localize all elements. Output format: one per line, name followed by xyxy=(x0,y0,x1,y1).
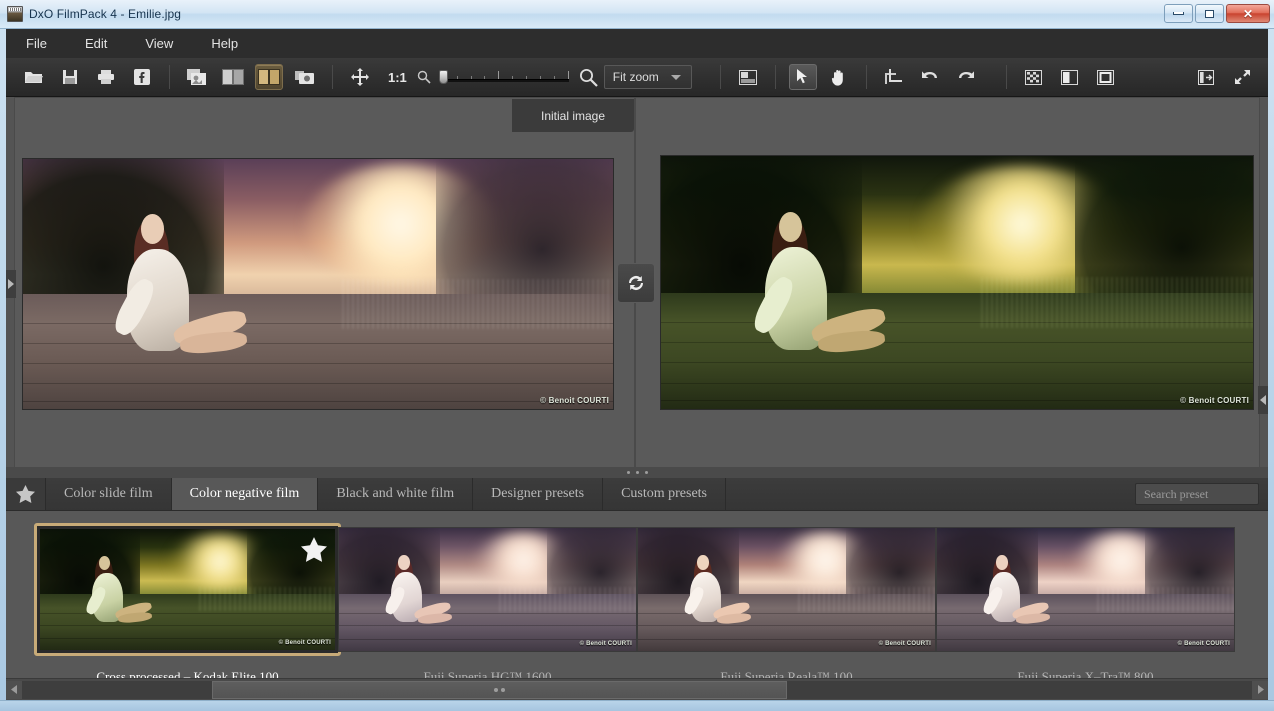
compare-split-icon[interactable] xyxy=(255,64,283,90)
zoom-ratio-label[interactable]: 1:1 xyxy=(388,70,407,85)
zoom-slider[interactable] xyxy=(438,70,569,84)
window-title: DxO FilmPack 4 - Emilie.jpg xyxy=(29,7,182,21)
expand-left-panel-handle[interactable] xyxy=(6,270,16,298)
scroll-right-arrow[interactable] xyxy=(1252,680,1268,699)
preset-browser: Color slide film Color negative film Bla… xyxy=(6,478,1268,684)
toggle-right-panel-icon[interactable] xyxy=(1192,64,1220,90)
menu-help[interactable]: Help xyxy=(207,33,242,54)
application-window: DxO FilmPack 4 - Emilie.jpg ✕ File Edit … xyxy=(0,0,1274,711)
toolbar-separator xyxy=(169,65,170,89)
save-icon[interactable] xyxy=(56,64,84,90)
menu-edit[interactable]: Edit xyxy=(81,33,111,54)
undo-icon[interactable] xyxy=(916,64,944,90)
tab-custom-presets[interactable]: Custom presets xyxy=(603,478,727,510)
zoom-out-icon[interactable] xyxy=(417,70,431,84)
main-toolbar: 1:1 Fit zoom xyxy=(6,58,1268,97)
tab-color-slide-film[interactable]: Color slide film xyxy=(46,478,172,510)
window-controls: ✕ xyxy=(1164,4,1270,23)
move-icon[interactable] xyxy=(346,64,374,90)
zoom-slider-handle[interactable] xyxy=(438,70,448,84)
crop-icon[interactable] xyxy=(880,64,908,90)
tab-black-and-white-film[interactable]: Black and white film xyxy=(318,478,474,510)
watermark-thumbnail: © Benoit COURTI xyxy=(579,641,632,647)
app-icon xyxy=(7,6,23,22)
scrollbar-track[interactable] xyxy=(22,680,1252,699)
toolbar-separator xyxy=(332,65,333,89)
title-bar: DxO FilmPack 4 - Emilie.jpg ✕ xyxy=(0,0,1274,29)
checkerboard-icon[interactable] xyxy=(1020,64,1048,90)
zoom-slider-track xyxy=(438,79,569,82)
facebook-icon[interactable] xyxy=(128,64,156,90)
initial-image-label: Initial image xyxy=(512,99,634,132)
horizontal-scrollbar[interactable] xyxy=(6,678,1268,700)
single-image-icon[interactable] xyxy=(183,64,211,90)
original-image[interactable]: © Benoit COURTI xyxy=(22,158,614,410)
fullscreen-icon[interactable] xyxy=(1228,64,1256,90)
fit-zoom-dropdown[interactable]: Fit zoom xyxy=(603,65,692,89)
toolbar-separator xyxy=(865,65,867,89)
watermark-processed: © Benoit COURTI xyxy=(1180,396,1249,405)
frame-icon[interactable] xyxy=(1092,64,1120,90)
chevron-down-icon xyxy=(670,74,681,80)
status-bar xyxy=(0,700,1274,711)
open-folder-icon[interactable] xyxy=(20,64,48,90)
maximize-button[interactable] xyxy=(1195,4,1224,23)
zoom-in-icon[interactable] xyxy=(579,68,598,87)
side-by-side-icon[interactable] xyxy=(219,64,247,90)
menu-bar: File Edit View Help xyxy=(6,29,1268,58)
redo-icon[interactable] xyxy=(952,64,980,90)
preset-thumbnail-fuji-superia-hg-1600[interactable]: © Benoit COURTI Fuji Superia HG™ 1600 xyxy=(338,527,637,684)
search-preset-input[interactable]: Search preset xyxy=(1135,483,1259,505)
file-tool-group xyxy=(16,58,160,96)
preset-tab-bar: Color slide film Color negative film Bla… xyxy=(6,478,1268,511)
view-mode-group xyxy=(179,58,323,96)
toolbar-separator xyxy=(719,65,721,89)
swap-refresh-icon[interactable] xyxy=(617,263,655,303)
preset-thumbnail-cross-processed[interactable]: © Benoit COURTI Cross processed – Kodak … xyxy=(34,523,341,684)
watermark-thumbnail: © Benoit COURTI xyxy=(1177,641,1230,647)
menu-view[interactable]: View xyxy=(141,33,177,54)
histogram-panel-icon[interactable] xyxy=(734,64,762,90)
favorite-star-icon[interactable] xyxy=(301,537,327,563)
snapshot-icon[interactable] xyxy=(291,64,319,90)
split-view-icon[interactable] xyxy=(1056,64,1084,90)
chevron-right-icon xyxy=(8,279,14,289)
tab-designer-presets[interactable]: Designer presets xyxy=(473,478,604,510)
toolbar-separator xyxy=(1005,65,1007,89)
preset-thumbnail-partial-right[interactable] xyxy=(1235,527,1268,652)
processed-image[interactable]: © Benoit COURTI xyxy=(660,155,1254,410)
watermark-thumbnail: © Benoit COURTI xyxy=(878,641,931,647)
print-icon[interactable] xyxy=(92,64,120,90)
fit-zoom-label: Fit zoom xyxy=(612,70,659,84)
watermark-thumbnail: © Benoit COURTI xyxy=(278,640,331,646)
hand-icon[interactable] xyxy=(825,64,853,90)
preset-thumbnail-fuji-superia-reala-100[interactable]: © Benoit COURTI Fuji Superia Reala™ 100 xyxy=(637,527,936,684)
scroll-thumb-grip[interactable] xyxy=(212,680,787,699)
watermark-original: © Benoit COURTI xyxy=(540,396,609,405)
tab-color-negative-film[interactable]: Color negative film xyxy=(171,478,319,510)
scroll-left-arrow[interactable] xyxy=(6,680,22,699)
preset-thumbnail-list: © Benoit COURTI Cross processed – Kodak … xyxy=(6,511,1268,684)
preset-thumbnail-fuji-superia-xtra-800[interactable]: © Benoit COURTI Fuji Superia X–Tra™ 800 xyxy=(936,527,1235,684)
menu-file[interactable]: File xyxy=(22,33,51,54)
close-button[interactable]: ✕ xyxy=(1226,4,1270,23)
pointer-icon[interactable] xyxy=(788,64,817,90)
horizontal-splitter-grip[interactable] xyxy=(6,467,1268,478)
favorites-tab[interactable] xyxy=(6,478,46,510)
toolbar-separator xyxy=(774,65,776,89)
chevron-left-icon xyxy=(1260,395,1266,405)
expand-right-panel-handle[interactable] xyxy=(1258,386,1268,414)
preset-thumbnail-partial-left[interactable] xyxy=(0,527,15,652)
zoom-slider-ticks xyxy=(442,71,569,79)
minimize-button[interactable] xyxy=(1164,4,1193,23)
